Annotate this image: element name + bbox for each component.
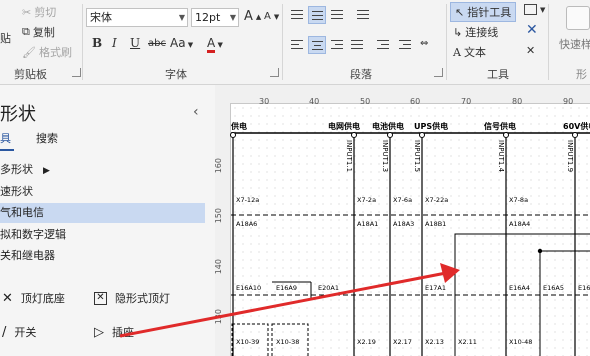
- terminal-label: E20A1: [318, 284, 339, 292]
- terminal-label: X7-12a: [236, 196, 259, 204]
- header-label: 60V供电: [563, 121, 590, 131]
- terminal-label: X7-6a: [393, 196, 412, 204]
- header-label: 供电: [230, 121, 247, 131]
- terminal-label: X2.19: [357, 338, 376, 346]
- input-label: INPUT1.9: [566, 140, 574, 172]
- terminal-label: X7-22a: [425, 196, 448, 204]
- terminal-label: A18A4: [509, 220, 530, 228]
- input-label: INPUT1.4: [497, 140, 505, 173]
- circuit-diagram: 供电 电网供电 电池供电 UPS供电 信号供电 60V供电 INPUT1.1 I…: [119, 121, 590, 356]
- terminal-label: A18A6: [236, 220, 257, 228]
- input-label: INPUT1.3: [381, 140, 389, 172]
- terminal-label: E17A1: [425, 284, 446, 292]
- terminal-label: X10-38: [276, 338, 299, 346]
- bus-node: [230, 132, 236, 138]
- terminal-label: E16A4: [509, 284, 530, 292]
- terminal-label: X7-2a: [357, 196, 376, 204]
- header-label: 电网供电: [328, 121, 360, 131]
- terminal-label: E16A10: [236, 284, 261, 292]
- terminal-label: X2.11: [458, 338, 477, 346]
- bus-node: [387, 132, 393, 138]
- terminal-label: A18B1: [425, 220, 446, 228]
- input-label: INPUT1.5: [413, 140, 421, 172]
- bus-node: [351, 132, 357, 138]
- input-label: INPUT1.1: [345, 140, 353, 172]
- terminal-label: X2.17: [393, 338, 412, 346]
- bus-node: [419, 132, 425, 138]
- arrow-head: [440, 263, 460, 283]
- terminal-label: A18A3: [393, 220, 414, 228]
- header-label: UPS供电: [414, 121, 448, 131]
- terminal-label: X7-8a: [509, 196, 528, 204]
- header-label: 信号供电: [484, 121, 516, 131]
- terminal-label: X2.13: [425, 338, 444, 346]
- terminal-label: X10-39: [236, 338, 259, 346]
- terminal-label: X10-48: [509, 338, 532, 346]
- bus-node: [503, 132, 509, 138]
- terminal-label: E16A9: [276, 284, 297, 292]
- terminal-label: A18A1: [357, 220, 378, 228]
- terminal-label: E16A6: [578, 284, 590, 292]
- header-label: 电池供电: [372, 121, 404, 131]
- terminal-label: E16A5: [543, 284, 564, 292]
- bus-node: [572, 132, 578, 138]
